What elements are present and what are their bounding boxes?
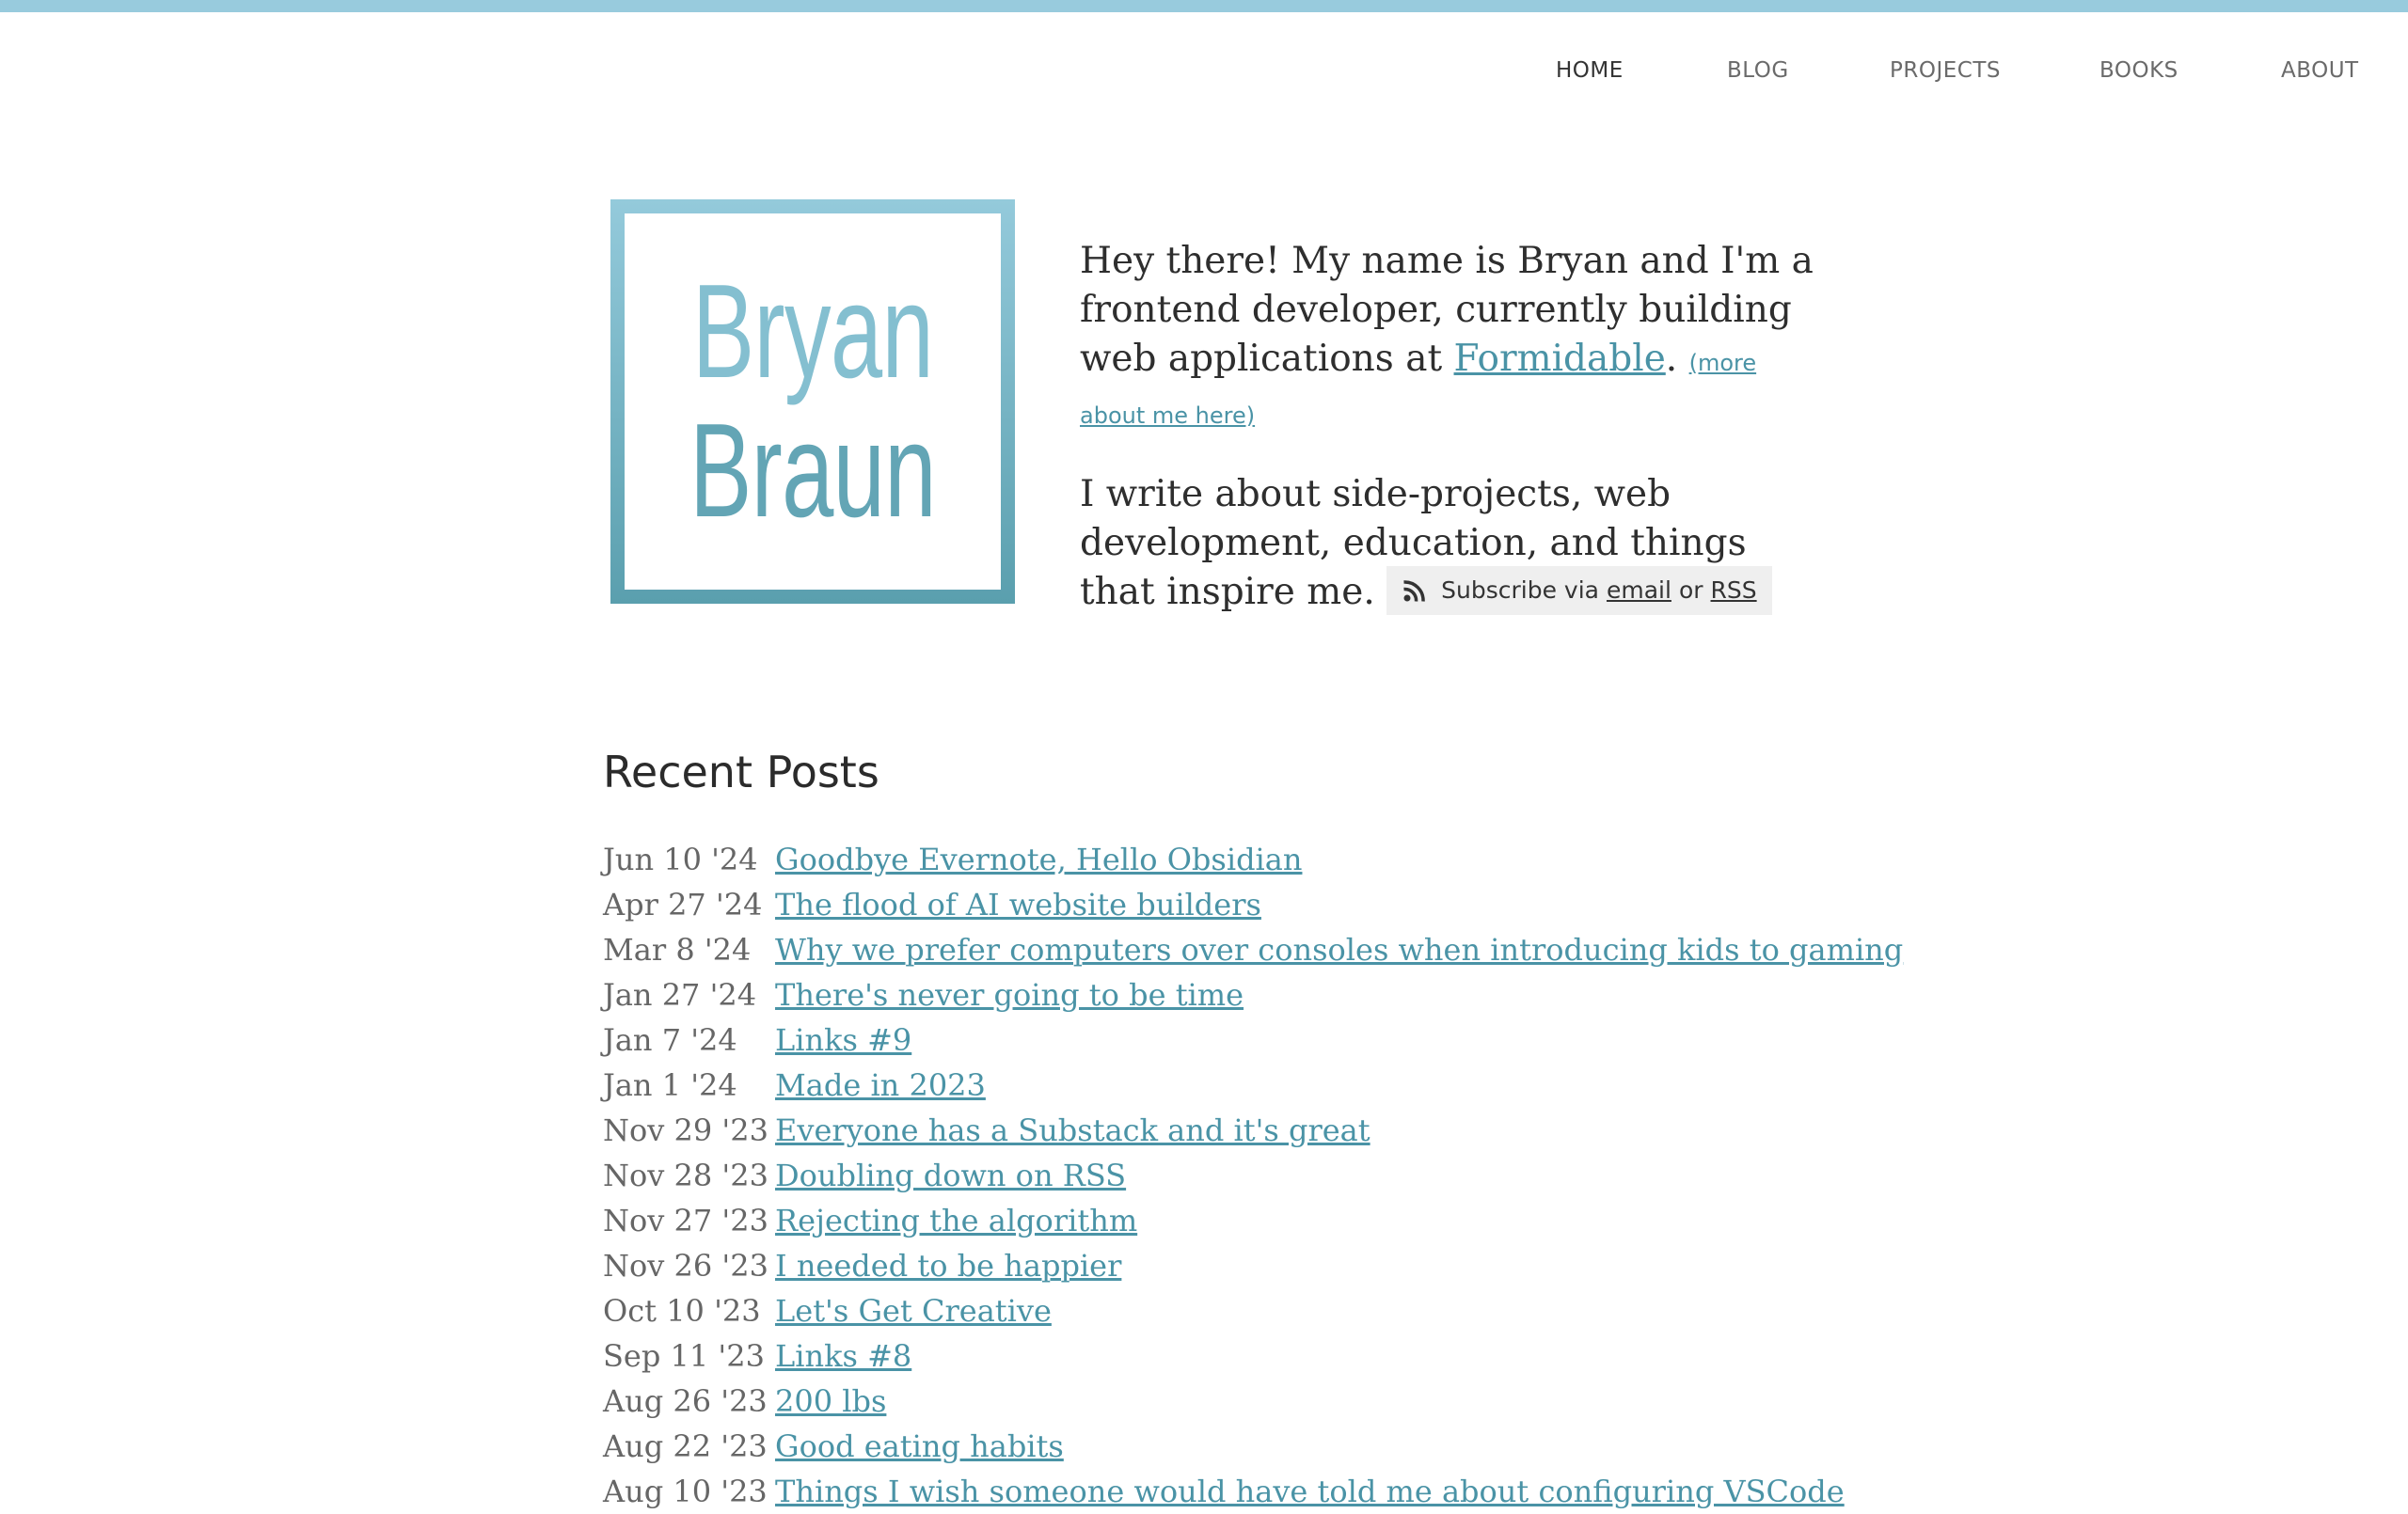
post-row: Jan 27 '24 There's never going to be time	[603, 972, 1826, 1017]
post-link[interactable]: Let's Get Creative	[775, 1288, 1052, 1333]
nav-projects[interactable]: PROJECTS	[1890, 58, 2001, 83]
post-row: Aug 26 '23 200 lbs	[603, 1379, 1826, 1424]
nav-blog[interactable]: BLOG	[1727, 58, 1789, 83]
rss-icon	[1403, 580, 1425, 602]
post-link[interactable]: The flood of AI website builders	[775, 882, 1261, 927]
post-date: Nov 26 '23	[603, 1248, 768, 1284]
post-date: Mar 8 '24	[603, 932, 752, 968]
post-date: Aug 10 '23	[603, 1474, 768, 1509]
post-row: Nov 28 '23 Doubling down on RSS	[603, 1153, 1826, 1198]
post-row: Jan 1 '24 Made in 2023	[603, 1063, 1826, 1108]
post-row: Aug 22 '23 Good eating habits	[603, 1424, 1826, 1469]
post-date: Oct 10 '23	[603, 1293, 761, 1329]
post-row: Apr 27 '24 The flood of AI website builde…	[603, 882, 1826, 927]
topics-paragraph: I write about side-projects, web develop…	[1080, 470, 1814, 619]
post-link[interactable]: Links #8	[775, 1333, 911, 1379]
subscribe-box: Subscribe via email or RSS	[1386, 566, 1772, 615]
post-link[interactable]: I needed to be happier	[775, 1243, 1121, 1288]
post-date: Aug 22 '23	[603, 1428, 768, 1464]
post-link[interactable]: Why we prefer computers over consoles wh…	[775, 927, 1903, 972]
post-date: Jun 10 '24	[603, 842, 758, 877]
post-date: Apr 27 '24	[603, 887, 763, 923]
company-link[interactable]: Formidable	[1454, 338, 1666, 380]
site-logo[interactable]: Bryan Braun	[610, 199, 1015, 604]
main-nav: HOME BLOG PROJECTS BOOKS ABOUT	[0, 58, 2408, 90]
intro-paragraph: Hey there! My name is Bryan and I'm a fr…	[1080, 237, 1814, 440]
post-link[interactable]: Things I wish someone would have told me…	[775, 1469, 1845, 1514]
post-link[interactable]: Made in 2023	[775, 1063, 986, 1108]
post-row: Sep 11 '23 Links #8	[603, 1333, 1826, 1379]
post-link[interactable]: Good eating habits	[775, 1424, 1064, 1469]
post-date: Nov 29 '23	[603, 1112, 768, 1148]
top-accent-bar	[0, 0, 2408, 12]
post-row: Nov 29 '23 Everyone has a Substack and it…	[603, 1108, 1826, 1153]
post-date: Jan 1 '24	[603, 1067, 737, 1103]
logo-last-name: Braun	[689, 396, 936, 545]
nav-home[interactable]: HOME	[1556, 58, 1624, 83]
post-date: Jan 27 '24	[603, 977, 757, 1013]
post-date: Nov 28 '23	[603, 1158, 768, 1193]
logo-first-name: Bryan	[691, 257, 934, 406]
post-row: Aug 10 '23 Things I wish someone would ha…	[603, 1469, 1845, 1514]
recent-posts-heading: Recent Posts	[603, 747, 879, 797]
post-link[interactable]: 200 lbs	[775, 1379, 886, 1424]
post-link[interactable]: Goodbye Evernote, Hello Obsidian	[775, 837, 1302, 882]
logo-frame: Bryan Braun	[625, 213, 1001, 590]
nav-books[interactable]: BOOKS	[2099, 58, 2178, 83]
subscribe-label: Subscribe via	[1441, 576, 1599, 604]
intro-section: Hey there! My name is Bryan and I'm a fr…	[1080, 237, 1814, 619]
post-row: Oct 10 '23 Let's Get Creative	[603, 1288, 1826, 1333]
post-row: Mar 8 '24 Why we prefer computers over co…	[603, 927, 1903, 972]
intro-period: .	[1665, 338, 1678, 380]
post-row: Nov 26 '23 I needed to be happier	[603, 1243, 1826, 1288]
post-date: Jan 7 '24	[603, 1022, 737, 1058]
post-list: Jun 10 '24 Goodbye Evernote, Hello Obsidi…	[603, 837, 1903, 1514]
post-date: Nov 27 '23	[603, 1203, 768, 1238]
post-date: Sep 11 '23	[603, 1338, 765, 1374]
post-link[interactable]: Links #9	[775, 1017, 911, 1063]
post-row: Nov 27 '23 Rejecting the algorithm	[603, 1198, 1826, 1243]
post-row: Jan 7 '24 Links #9	[603, 1017, 1826, 1063]
post-date: Aug 26 '23	[603, 1383, 768, 1419]
nav-about[interactable]: ABOUT	[2281, 58, 2359, 83]
post-link[interactable]: There's never going to be time	[775, 972, 1244, 1017]
recent-posts-section: Recent Posts Jun 10 '24 Goodbye Evernote,…	[603, 743, 1903, 1514]
post-link[interactable]: Rejecting the algorithm	[775, 1198, 1137, 1243]
subscribe-email-link[interactable]: email	[1607, 566, 1671, 615]
subscribe-rss-link[interactable]: RSS	[1711, 566, 1757, 615]
subscribe-or: or	[1678, 576, 1703, 604]
post-link[interactable]: Doubling down on RSS	[775, 1153, 1126, 1198]
post-row: Jun 10 '24 Goodbye Evernote, Hello Obsidi…	[603, 837, 1826, 882]
post-link[interactable]: Everyone has a Substack and it's great	[775, 1108, 1370, 1153]
